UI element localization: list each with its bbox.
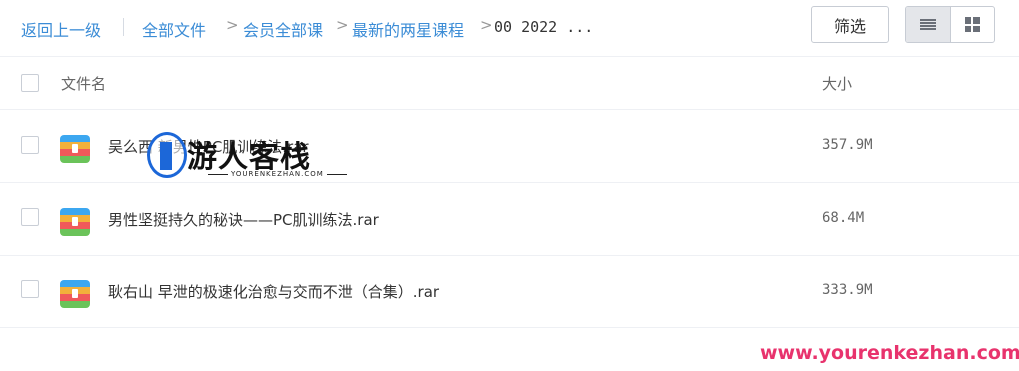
row-checkbox[interactable] bbox=[21, 136, 39, 154]
archive-file-icon bbox=[60, 208, 90, 236]
chevron-right-icon: > bbox=[336, 16, 349, 34]
row-checkbox[interactable] bbox=[21, 280, 39, 298]
view-toggle bbox=[905, 6, 995, 43]
back-link[interactable]: 返回上一级 bbox=[21, 17, 101, 41]
grid-view-icon bbox=[964, 17, 980, 32]
logo-mark-icon bbox=[160, 142, 172, 170]
file-size: 68.4M bbox=[822, 210, 865, 226]
table-row[interactable]: 耿右山 早泄的极速化治愈与交而不泄（合集）.rar 333.9M bbox=[0, 255, 1019, 328]
table-row[interactable]: 男性坚挺持久的秘诀——PC肌训练法.rar 68.4M bbox=[0, 183, 1019, 256]
filter-button[interactable]: 筛选 bbox=[811, 6, 889, 43]
archive-file-icon bbox=[60, 135, 90, 163]
chevron-right-icon: > bbox=[480, 16, 493, 34]
top-bar: 返回上一级 全部文件 > 会员全部课 > 最新的两星课程 > 00 2022 .… bbox=[0, 0, 1019, 57]
breadcrumb-current: 00 2022 ... bbox=[494, 18, 594, 36]
archive-file-icon bbox=[60, 280, 90, 308]
file-name[interactable]: 耿右山 早泄的极速化治愈与交而不泄（合集）.rar bbox=[108, 281, 439, 302]
breadcrumb-divider bbox=[123, 18, 124, 36]
file-size: 357.9M bbox=[822, 137, 873, 153]
watermark-url: www.yourenkezhan.com bbox=[760, 342, 1019, 364]
row-checkbox[interactable] bbox=[21, 208, 39, 226]
breadcrumb-latest-courses[interactable]: 最新的两星课程 bbox=[352, 17, 464, 41]
chevron-right-icon: > bbox=[226, 16, 239, 34]
watermark-logo-subtext: YOURENKEZHAN.COM bbox=[205, 170, 350, 178]
file-size: 333.9M bbox=[822, 282, 873, 298]
column-header-size[interactable]: 大小 bbox=[822, 73, 852, 94]
grid-view-button[interactable] bbox=[949, 7, 995, 42]
column-header-filename[interactable]: 文件名 bbox=[61, 73, 106, 94]
list-view-icon bbox=[919, 18, 936, 31]
file-name[interactable]: 男性坚挺持久的秘诀——PC肌训练法.rar bbox=[108, 209, 379, 230]
select-all-checkbox[interactable] bbox=[21, 74, 39, 92]
breadcrumb-member-courses[interactable]: 会员全部课 bbox=[243, 17, 323, 41]
breadcrumb-all-files[interactable]: 全部文件 bbox=[142, 17, 206, 41]
list-view-button[interactable] bbox=[906, 7, 950, 42]
table-header: 文件名 大小 bbox=[0, 57, 1019, 110]
watermark-logo: 游人客栈 YOURENKEZHAN.COM bbox=[147, 128, 337, 184]
